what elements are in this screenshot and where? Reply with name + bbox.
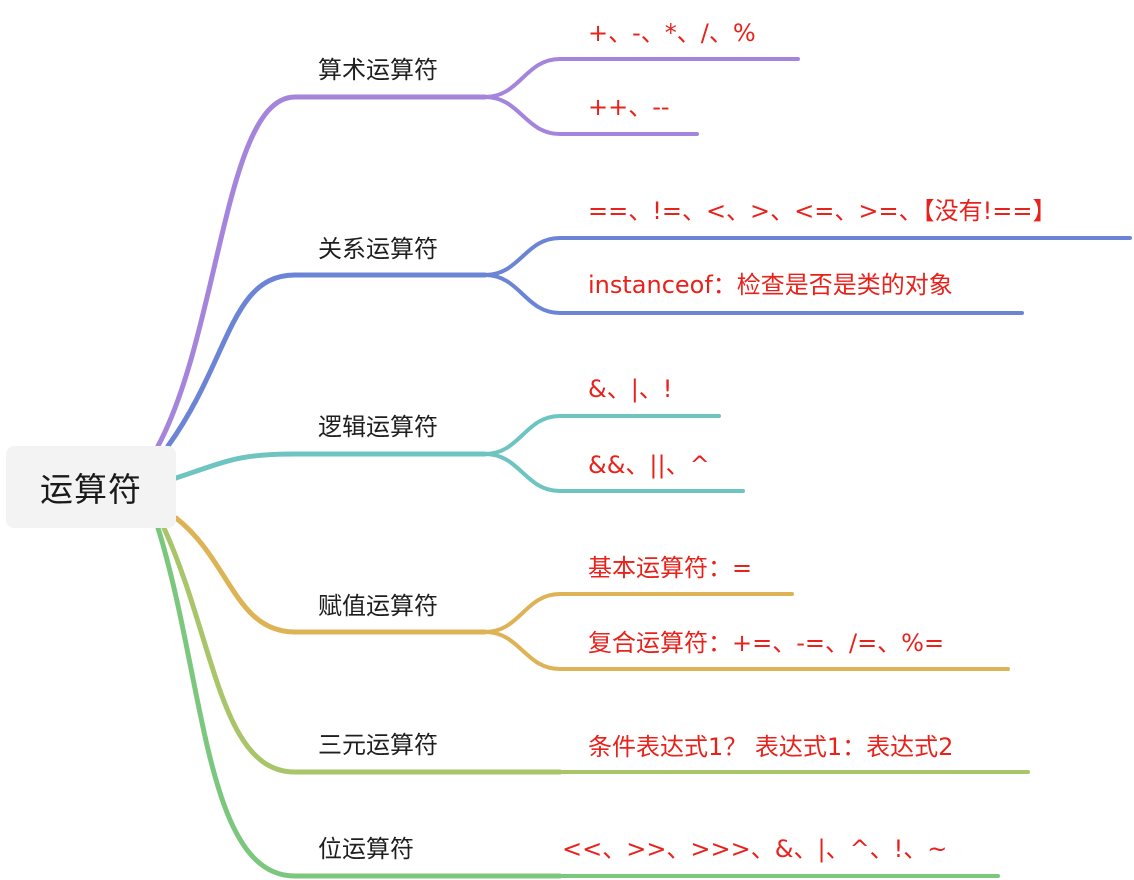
leaf-relational-operators[interactable]: ==、!=、<、>、<=、>=、【没有!==】: [588, 197, 1056, 225]
root-node[interactable]: 运算符: [6, 446, 176, 528]
leaf-assignment-compound[interactable]: 复合运算符：+=、-=、/=、%=: [588, 629, 944, 657]
leaf-connector-1-0: [483, 236, 1132, 277]
leaf-connector-3-0: [483, 592, 794, 634]
root-node-label: 运算符: [40, 470, 142, 509]
branch-ternary-label[interactable]: 三元运算符: [318, 731, 438, 759]
branch-bitwise-label[interactable]: 位运算符: [318, 835, 414, 863]
leaf-bitwise-operators[interactable]: <<、>>、>>>、&、|、^、!、~: [562, 835, 947, 863]
leaf-assignment-basic[interactable]: 基本运算符：=: [588, 554, 752, 582]
leaf-arithmetic-increment[interactable]: ++、--: [588, 93, 670, 121]
branch-connector-0: [155, 94, 488, 449]
leaf-connector-2-0: [483, 414, 721, 456]
branch-connector-5: [155, 525, 563, 879]
branch-assignment-label[interactable]: 赋值运算符: [318, 592, 438, 620]
branch-logical-label[interactable]: 逻辑运算符: [318, 413, 438, 441]
branch-relational-label[interactable]: 关系运算符: [318, 235, 438, 263]
branch-connector-2: [173, 451, 488, 481]
leaf-arithmetic-basic[interactable]: +、-、*、/、%: [588, 19, 756, 47]
leaf-relational-instanceof[interactable]: instanceof：检查是否是类的对象: [588, 271, 953, 299]
mindmap-connectors: [155, 57, 1132, 879]
leaf-logical-basic[interactable]: &、|、!: [588, 375, 672, 403]
leaf-logical-short-circuit[interactable]: &&、||、^: [588, 451, 710, 479]
leaf-ternary-expression[interactable]: 条件表达式1？ 表达式1：表达式2: [588, 733, 953, 761]
branch-arithmetic-label[interactable]: 算术运算符: [318, 56, 438, 84]
leaf-connector-0-0: [483, 57, 800, 99]
